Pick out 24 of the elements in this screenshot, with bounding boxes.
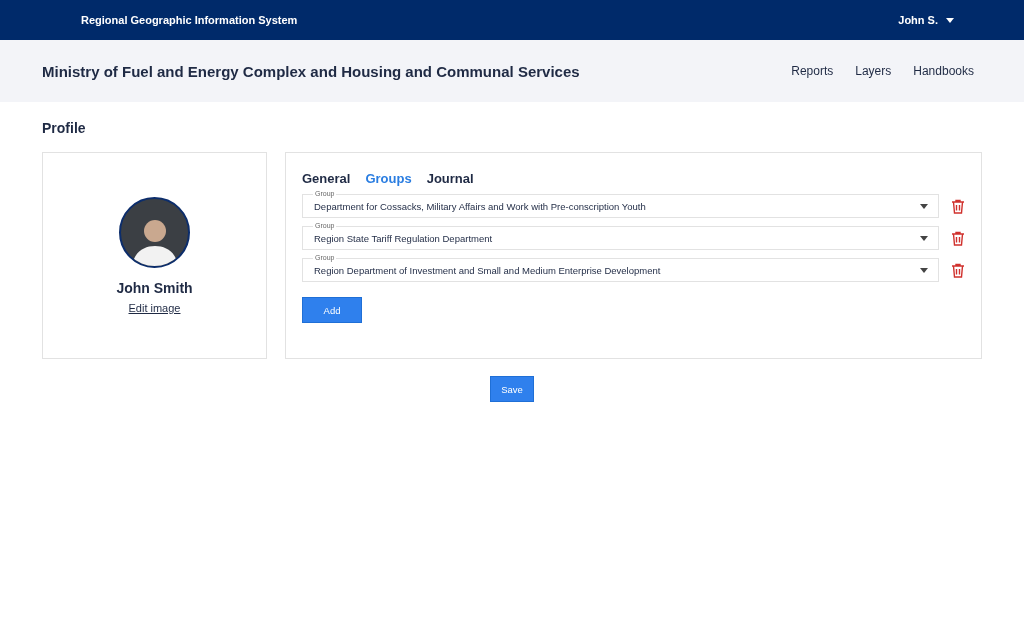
tab[interactable]: Journal	[426, 171, 474, 186]
tab[interactable]: Groups	[365, 171, 412, 186]
add-button[interactable]: Add	[302, 297, 362, 323]
nav-link[interactable]: Layers	[855, 64, 892, 78]
caret-icon	[920, 267, 928, 273]
tab[interactable]: General	[302, 171, 351, 186]
delete-button[interactable]	[951, 230, 965, 246]
caret-icon	[946, 17, 954, 23]
page-title: Profile	[42, 120, 87, 136]
field-value: Region State Tariff Regulation Department	[314, 232, 493, 244]
caret-icon	[920, 235, 928, 241]
field-value: Region Department of Investment and Small and Medium Enterprise Development	[314, 264, 661, 276]
ministry-title: Ministry of Fuel and Energy Complex and Housing and Communal Services	[42, 62, 580, 80]
user-name: John Smith	[116, 280, 193, 296]
save-button[interactable]: Save	[490, 376, 534, 402]
nav-link[interactable]: Reports	[791, 64, 834, 78]
user-menu[interactable]: John S.	[898, 14, 954, 26]
delete-button[interactable]	[951, 262, 965, 278]
field-value: Department for Cossacks, Military Affairs and Work with Pre-conscription Youth	[314, 200, 646, 212]
system-title: Regional Geographic Information System	[81, 14, 298, 26]
nav-link[interactable]: Handbooks	[913, 64, 974, 78]
edit-image-link[interactable]: Edit image	[128, 302, 181, 314]
delete-button[interactable]	[951, 198, 965, 214]
caret-icon	[920, 203, 928, 209]
